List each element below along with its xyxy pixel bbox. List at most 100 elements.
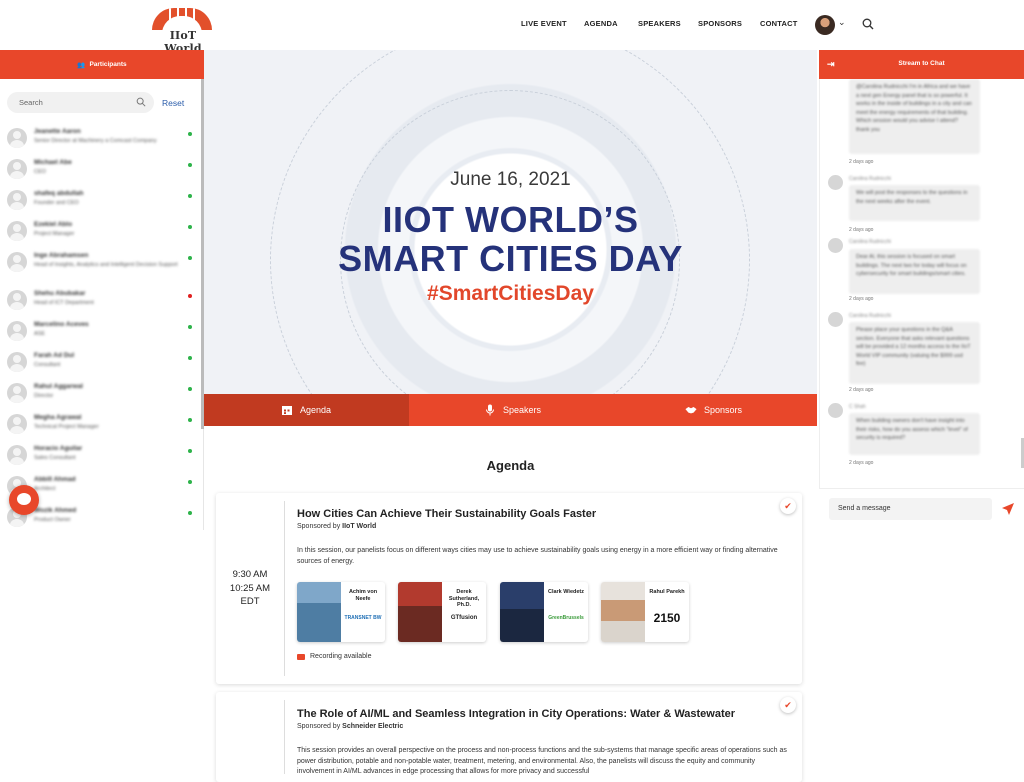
- status-indicator: [188, 163, 192, 167]
- participant-row[interactable]: Rahul Aggarwal Director: [7, 381, 193, 409]
- microphone-icon: [486, 404, 494, 416]
- avatar: [7, 252, 27, 272]
- participant-search-input[interactable]: Search: [7, 92, 154, 113]
- participant-title: ASE: [34, 331, 46, 337]
- speaker-company-logo: TRANSNET BW: [344, 615, 382, 621]
- speaker-card[interactable]: Derek Sutherland, Ph.D. GTfusion: [398, 582, 486, 642]
- chat-panel: @Carolina Rudnicchi I'm in Africa and we…: [819, 79, 1024, 488]
- tab-speakers-label: Speakers: [503, 405, 542, 415]
- event-title-line2: SMART CITIES DAY: [338, 238, 683, 279]
- status-indicator: [188, 294, 192, 298]
- checkmark-icon[interactable]: ✔: [780, 697, 796, 713]
- status-indicator: [188, 194, 192, 198]
- participant-row[interactable]: Horacio Aguilar Sales Consultant: [7, 443, 193, 471]
- user-avatar[interactable]: [815, 15, 835, 35]
- chevron-down-icon[interactable]: ⌄: [838, 17, 846, 28]
- chat-message: Please place your questions in the Q&A s…: [849, 322, 980, 384]
- event-hashtag: #SmartCitiesDay: [427, 282, 594, 305]
- session-title[interactable]: How Cities Can Achieve Their Sustainabil…: [297, 508, 596, 520]
- session-description: This session provides an overall perspec…: [297, 747, 787, 775]
- chat-message: When building owners don't have insight …: [849, 413, 980, 455]
- speaker-card[interactable]: Rahul Parekh 2150: [601, 582, 689, 642]
- tab-sponsors[interactable]: Sponsors: [685, 394, 742, 426]
- participant-title: Head of ICT Department: [34, 300, 94, 306]
- message-input[interactable]: Send a message: [829, 498, 992, 520]
- checkmark-icon[interactable]: ✔: [780, 498, 796, 514]
- chat-message: @Carolina Rudnicchi I'm in Africa and we…: [849, 79, 980, 154]
- participant-title: Sales Consultant: [34, 455, 76, 461]
- iiot-world-logo[interactable]: IIoT World: [150, 8, 216, 55]
- chat-widget-button[interactable]: [9, 485, 39, 515]
- participants-header-label: Participants: [89, 61, 127, 68]
- speaker-card[interactable]: Achim von Neefe TRANSNET BW: [297, 582, 385, 642]
- chat-author: Carolina Rudnicchi: [849, 176, 891, 182]
- sponsor-name[interactable]: Schneider Electric: [342, 723, 403, 730]
- tab-agenda[interactable]: Agenda: [204, 394, 409, 426]
- send-icon[interactable]: [1001, 502, 1015, 516]
- message-placeholder: Send a message: [838, 505, 891, 512]
- participants-panel: Search Reset Jeanette Aaron Senior Direct…: [0, 79, 204, 530]
- nav-contact[interactable]: CONTACT: [760, 19, 798, 28]
- agenda-heading: Agenda: [486, 458, 535, 473]
- reset-button[interactable]: Reset: [162, 98, 184, 108]
- video-camera-icon: [297, 653, 305, 660]
- chat-timestamp: 2 days ago: [849, 460, 874, 466]
- avatar: [7, 352, 27, 372]
- status-indicator: [188, 225, 192, 229]
- search-icon[interactable]: [862, 18, 874, 30]
- sponsored-by-label: Sponsored by: [297, 523, 341, 530]
- participant-name: Megha Agrawal: [34, 414, 82, 421]
- sponsor-name[interactable]: IIoT World: [342, 523, 376, 530]
- participant-row[interactable]: Jeanette Aaron Senior Director at Machine…: [7, 126, 193, 154]
- participant-title: Senior Director at Machinery a Comcast C…: [34, 138, 157, 144]
- participant-name: Abbill Ahmad: [34, 476, 76, 483]
- chat-message: Dear Al, this session is focused on smar…: [849, 249, 980, 294]
- event-date: June 16, 2021: [450, 169, 571, 190]
- chat-header-title: Stream to Chat: [898, 60, 945, 67]
- participant-row[interactable]: Shehu Abubakar Head of ICT Department: [7, 288, 193, 316]
- chat-author: Carolina Rudnicchi: [849, 313, 891, 319]
- participant-title: Consultant: [34, 362, 61, 368]
- participant-title: Project Manager: [34, 231, 75, 237]
- speaker-company-logo: GTfusion: [450, 615, 478, 621]
- status-indicator: [188, 449, 192, 453]
- recording-status[interactable]: Recording available: [297, 653, 371, 660]
- session-title[interactable]: The Role of AI/ML and Seamless Integrati…: [297, 708, 735, 720]
- participant-row[interactable]: Inge Abrahamsen Head of Insights, Analyti…: [7, 250, 193, 278]
- chat-avatar: [828, 175, 843, 190]
- search-placeholder: Search: [19, 98, 43, 107]
- speaker-name: Rahul Parekh: [649, 589, 685, 595]
- avatar: [7, 445, 27, 465]
- participant-row[interactable]: Ezekiel Ablo Project Manager: [7, 219, 193, 247]
- chat-timestamp: 2 days ago: [849, 227, 874, 233]
- chat-avatar: [828, 238, 843, 253]
- chat-header: ⇥ Stream to Chat: [819, 50, 1024, 79]
- nav-sponsors[interactable]: SPONSORS: [698, 19, 742, 28]
- speaker-card[interactable]: Clark Wiedetz GreenBrussels: [500, 582, 588, 642]
- participant-row[interactable]: Farah Ad Dul Consultant: [7, 350, 193, 378]
- status-indicator: [188, 418, 192, 422]
- card-divider: [284, 700, 285, 774]
- event-title: IIOT WORLD’S SMART CITIES DAY: [204, 200, 817, 278]
- participant-title: Director: [34, 393, 54, 399]
- speaker-photo: [398, 582, 442, 642]
- participant-row[interactable]: shafeq abdullah Founder and CEO: [7, 188, 193, 216]
- status-indicator: [188, 256, 192, 260]
- nav-live-event[interactable]: LIVE EVENT: [521, 19, 567, 28]
- session-card[interactable]: 9:30 AM 10:25 AM EDT How Cities Can Achi…: [216, 493, 802, 684]
- nav-agenda[interactable]: AGENDA: [584, 19, 618, 28]
- participants-header[interactable]: 👥 Participants: [0, 50, 204, 79]
- chat-timestamp: 2 days ago: [849, 296, 874, 302]
- participant-row[interactable]: Marcelino Aceves ASE: [7, 319, 193, 347]
- participant-row[interactable]: Megha Agrawal Technical Project Manager: [7, 412, 193, 440]
- participant-title: Head of Insights, Analytics and Intellig…: [34, 262, 178, 268]
- avatar: [7, 190, 27, 210]
- session-card[interactable]: The Role of AI/ML and Seamless Integrati…: [216, 692, 802, 782]
- participant-row[interactable]: Michael Abe CEO: [7, 157, 193, 185]
- sponsored-by-label: Sponsored by: [297, 723, 341, 730]
- session-timezone: EDT: [240, 596, 260, 607]
- participant-name: Shehu Abubakar: [34, 290, 86, 297]
- tab-speakers[interactable]: Speakers: [484, 394, 541, 426]
- search-icon[interactable]: [136, 97, 146, 107]
- nav-speakers[interactable]: SPEAKERS: [638, 19, 681, 28]
